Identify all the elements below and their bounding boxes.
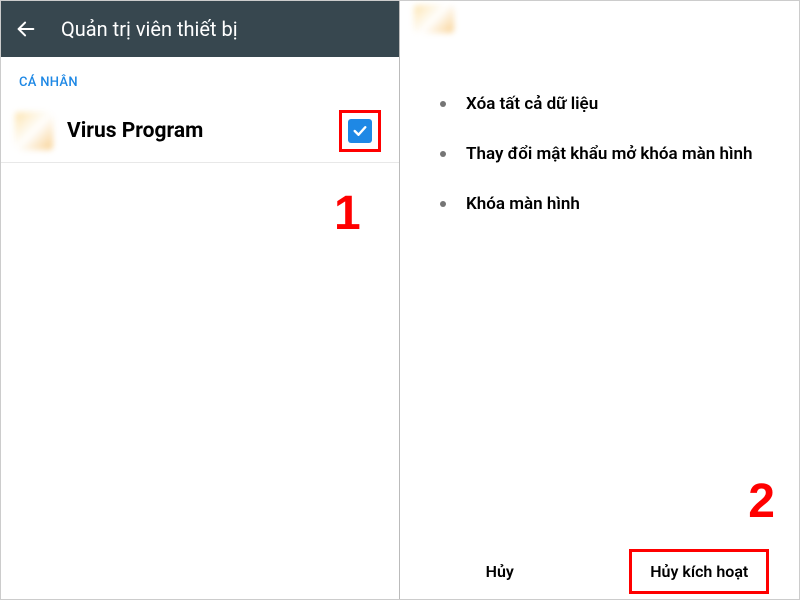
- left-screenshot-panel: Quản trị viên thiết bị CÁ NHÂN Virus Pro…: [1, 1, 400, 599]
- app-name-label: Virus Program: [67, 119, 339, 143]
- highlight-box-2: Hủy kích hoạt: [600, 549, 800, 594]
- page-title: Quản trị viên thiết bị: [61, 17, 238, 41]
- right-screenshot-panel: Xóa tất cả dữ liệu Thay đổi mật khẩu mở …: [400, 1, 799, 599]
- step-number-1: 1: [334, 186, 361, 241]
- bullet-icon: [440, 101, 446, 107]
- permission-text: Xóa tất cả dữ liệu: [466, 93, 598, 117]
- bottom-action-bar: Hủy Hủy kích hoạt: [400, 543, 799, 599]
- permissions-list: Xóa tất cả dữ liệu Thay đổi mật khẩu mở …: [400, 33, 799, 242]
- admin-checkbox[interactable]: [348, 119, 372, 143]
- section-label-personal: CÁ NHÂN: [1, 57, 399, 100]
- cancel-button[interactable]: Hủy: [400, 562, 600, 581]
- permission-item: Xóa tất cả dữ liệu: [440, 93, 769, 117]
- step-number-2: 2: [748, 474, 775, 529]
- permission-text: Khóa màn hình: [466, 193, 580, 217]
- bullet-icon: [440, 201, 446, 207]
- device-admin-app-row[interactable]: Virus Program: [1, 100, 399, 163]
- deactivate-button[interactable]: Hủy kích hoạt: [629, 549, 769, 594]
- back-arrow-icon[interactable]: [15, 18, 37, 40]
- permission-item: Thay đổi mật khẩu mở khóa màn hình: [440, 143, 769, 167]
- topbar: Quản trị viên thiết bị: [1, 1, 399, 57]
- app-icon-small: [414, 5, 454, 33]
- permission-item: Khóa màn hình: [440, 193, 769, 217]
- bullet-icon: [440, 151, 446, 157]
- highlight-box-1: [339, 110, 381, 152]
- permission-text: Thay đổi mật khẩu mở khóa màn hình: [466, 143, 753, 167]
- app-icon: [15, 112, 53, 150]
